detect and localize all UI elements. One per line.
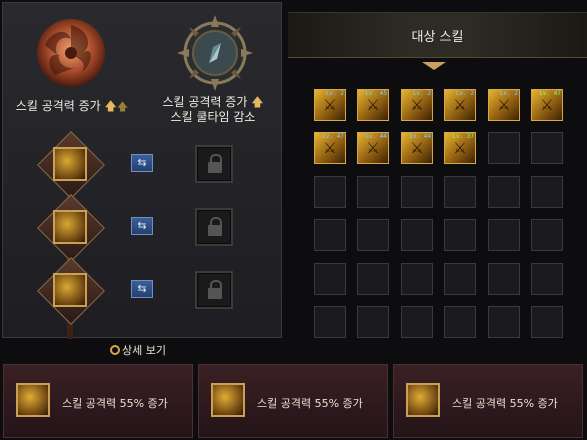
skill-level-label: Lv. 44	[409, 133, 431, 140]
tree-b-title-line2: 스킬 쿨타임 감소	[170, 110, 256, 124]
skill-glyph-icon: ⚔	[366, 139, 380, 157]
card-text: 스킬 공격력 55% 증가	[257, 397, 363, 410]
skill-level-label: Lv. 2	[455, 90, 474, 97]
skill-slash-icon[interactable]: ⚔ Lv. 2	[314, 89, 346, 121]
magnifier-icon	[110, 345, 120, 355]
empty-skill-slot[interactable]	[488, 263, 520, 295]
empty-skill-slot[interactable]	[314, 263, 346, 295]
empty-skill-slot[interactable]	[488, 176, 520, 208]
skill-glyph-icon: ⚔	[410, 139, 424, 157]
empty-skill-slot[interactable]	[488, 219, 520, 251]
skill-level-label: Lv. 37	[452, 133, 474, 140]
card-text: 스킬 공격력 55% 증가	[452, 397, 558, 410]
empty-skill-slot[interactable]	[314, 176, 346, 208]
skill-level-label: Lv. 47	[539, 90, 561, 97]
empty-skill-slot[interactable]	[357, 219, 389, 251]
empty-skill-slot[interactable]	[357, 263, 389, 295]
skill-icon-warrior-2[interactable]	[53, 210, 87, 244]
skill-icon-warrior-2	[211, 383, 245, 417]
skill-level-label: Lv. 2	[499, 90, 518, 97]
empty-skill-slot[interactable]	[531, 132, 563, 164]
locked-slot[interactable]	[195, 208, 233, 246]
detail-link-label: 상세 보기	[122, 344, 166, 357]
locked-slot[interactable]	[195, 271, 233, 309]
swap-button[interactable]: ⇆	[131, 280, 153, 298]
skill-spin-icon[interactable]: ⚔ Lv. 44	[357, 132, 389, 164]
card-text: 스킬 공격력 55% 증가	[62, 397, 168, 410]
skill-level-label: Lv. 2	[325, 90, 344, 97]
empty-skill-slot[interactable]	[357, 306, 389, 338]
lock-icon-body	[208, 225, 222, 236]
skill-roar-icon[interactable]: ⚔ Lv. 37	[444, 132, 476, 164]
empty-skill-slot[interactable]	[531, 219, 563, 251]
swirl-emblem-icon	[37, 19, 105, 87]
skill-glyph-icon: ⚔	[453, 96, 467, 114]
target-skill-title: 대상 스킬	[411, 30, 464, 45]
skill-enhance-panel: 스킬 공격력 증가 🡅🡅 스킬 공격력 증가 🡅 스킬 쿨타임 감소 ⇆ ⇆ ⇆	[2, 2, 282, 339]
swap-button[interactable]: ⇆	[131, 154, 153, 172]
skill-icon-warrior-1[interactable]	[53, 147, 87, 181]
empty-skill-slot[interactable]	[444, 306, 476, 338]
skill-wave-icon[interactable]: ⚔ Lv. 2	[488, 89, 520, 121]
empty-skill-slot[interactable]	[444, 219, 476, 251]
skill-glyph-icon: ⚔	[323, 139, 337, 157]
empty-skill-slot[interactable]	[401, 263, 433, 295]
empty-skill-slot[interactable]	[401, 306, 433, 338]
empty-skill-slot[interactable]	[488, 132, 520, 164]
detail-view-link[interactable]: 상세 보기	[110, 342, 166, 358]
lock-icon-body	[208, 162, 222, 173]
tree-b-title: 스킬 공격력 증가 🡅 스킬 쿨타임 감소	[153, 95, 273, 125]
skill-charge-icon[interactable]: ⚔ Lv. 47	[531, 89, 563, 121]
skill-leap-icon[interactable]: ⚔ Lv. 44	[401, 132, 433, 164]
empty-skill-slot[interactable]	[401, 176, 433, 208]
skill-dash-icon[interactable]: ⚔ Lv. 2	[401, 89, 433, 121]
skill-icon-warrior-3[interactable]	[53, 273, 87, 307]
empty-skill-slot[interactable]	[488, 306, 520, 338]
compass-emblem-icon	[177, 15, 253, 91]
skill-strike-icon[interactable]: ⚔ Lv. 45	[357, 89, 389, 121]
skill-icon-warrior-1	[16, 383, 50, 417]
empty-skill-slot[interactable]	[444, 263, 476, 295]
arrow-up-small-icon: 🡅	[116, 100, 129, 113]
empty-skill-slot[interactable]	[357, 176, 389, 208]
skill-glyph-icon: ⚔	[410, 96, 424, 114]
skill-level-label: Lv. 2	[412, 90, 431, 97]
tree-b-title-line1: 스킬 공격력 증가	[162, 95, 248, 109]
lock-icon-body	[208, 288, 222, 299]
skill-level-label: Lv. 47	[322, 133, 344, 140]
skill-glyph-icon: ⚔	[497, 96, 511, 114]
empty-skill-slot[interactable]	[531, 263, 563, 295]
empty-skill-slot[interactable]	[314, 306, 346, 338]
header-ornament-icon	[422, 55, 446, 70]
skill-level-label: Lv. 45	[365, 90, 387, 97]
empty-skill-slot[interactable]	[401, 219, 433, 251]
empty-skill-slot[interactable]	[531, 176, 563, 208]
skill-claw-icon[interactable]: ⚔ Lv. 47	[314, 132, 346, 164]
tree-a-title-text: 스킬 공격력 증가	[15, 99, 101, 113]
skill-glyph-icon: ⚔	[540, 96, 554, 114]
skill-glyph-icon: ⚔	[366, 96, 380, 114]
swap-button[interactable]: ⇆	[131, 217, 153, 235]
enhance-card[interactable]: 스킬 공격력 55% 증가	[3, 364, 193, 438]
tree-a-title: 스킬 공격력 증가 🡅🡅	[9, 99, 135, 114]
skill-glyph-icon: ⚔	[453, 139, 467, 157]
skill-level-label: Lv. 44	[365, 133, 387, 140]
skill-icon-warrior-3	[406, 383, 440, 417]
enhance-card[interactable]: 스킬 공격력 55% 증가	[393, 364, 583, 438]
empty-skill-slot[interactable]	[444, 176, 476, 208]
empty-skill-slot[interactable]	[314, 219, 346, 251]
empty-skill-slot[interactable]	[531, 306, 563, 338]
arrow-up-icon: 🡅	[104, 99, 117, 113]
arrow-up-icon: 🡅	[247, 95, 264, 109]
enhance-card[interactable]: 스킬 공격력 55% 증가	[198, 364, 388, 438]
skill-burst-icon[interactable]: ⚔ Lv. 2	[444, 89, 476, 121]
skill-glyph-icon: ⚔	[323, 96, 337, 114]
locked-slot[interactable]	[195, 145, 233, 183]
